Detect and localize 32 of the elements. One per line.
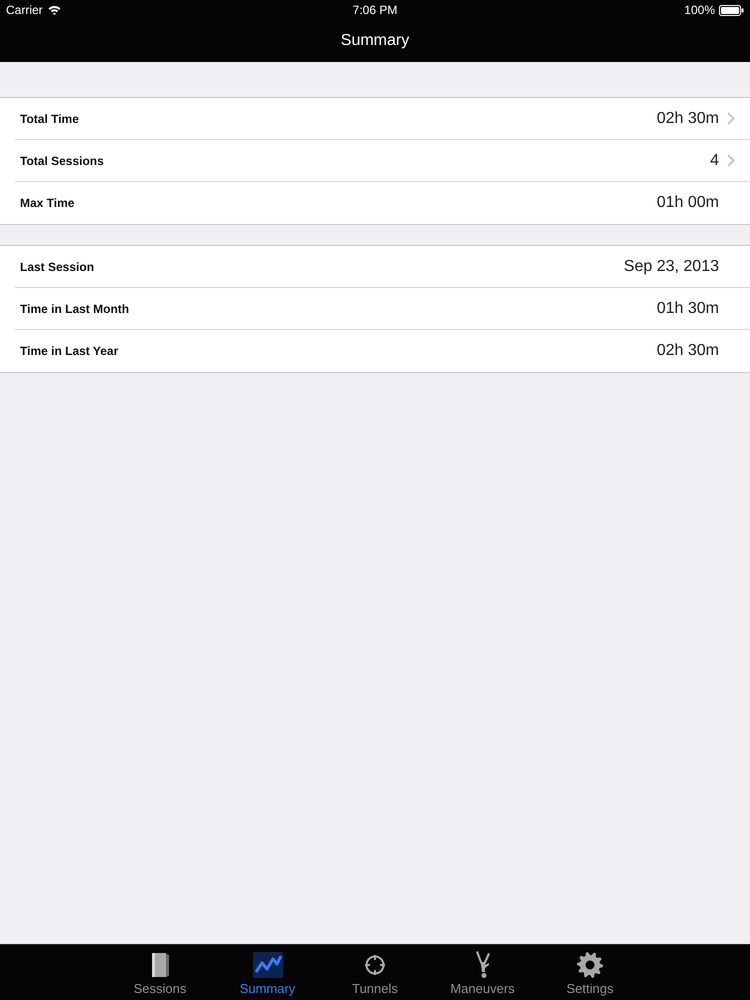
carrier-label: Carrier bbox=[6, 3, 43, 17]
row-value: Sep 23, 2013 bbox=[624, 258, 719, 276]
row-value: 02h 30m bbox=[656, 342, 719, 360]
row-value: 01h 30m bbox=[656, 300, 719, 318]
tab-bar-item[interactable]: Summary bbox=[214, 945, 322, 1000]
chevron-icon bbox=[727, 112, 735, 125]
row-value: 02h 30m bbox=[656, 110, 719, 128]
tab-bar-item[interactable]: Settings bbox=[536, 945, 644, 1000]
line-chart-icon bbox=[252, 952, 282, 978]
crosshair-icon bbox=[364, 954, 386, 976]
tab-bar-item[interactable]: Sessions bbox=[106, 945, 214, 1000]
row-value: 4 bbox=[710, 152, 719, 170]
battery-icon bbox=[719, 4, 744, 16]
row-label: Time in Last Year bbox=[20, 344, 118, 358]
table-row[interactable]: Total Sessions 4 bbox=[0, 140, 750, 182]
battery-percentage: 100% bbox=[684, 3, 715, 17]
gear-icon bbox=[577, 952, 603, 978]
row-label: Max Time bbox=[20, 196, 74, 210]
chevron-icon bbox=[727, 154, 735, 167]
row-label: Last Session bbox=[20, 260, 94, 274]
row-label: Total Time bbox=[20, 112, 79, 126]
tab-bar-item[interactable]: Maneuvers bbox=[428, 945, 536, 1000]
row-value: 01h 00m bbox=[656, 194, 719, 212]
wifi-icon bbox=[48, 5, 61, 15]
figure-icon bbox=[474, 951, 492, 979]
nav-title: Summary bbox=[340, 32, 410, 50]
book-icon bbox=[150, 952, 170, 978]
row-label: Total Sessions bbox=[20, 154, 104, 168]
row-label: Time in Last Month bbox=[20, 302, 130, 316]
table-row[interactable]: Total Time 02h 30m bbox=[0, 98, 750, 140]
tab-bar-item[interactable]: Tunnels bbox=[321, 945, 429, 1000]
clock-time: 7:06 PM bbox=[352, 3, 398, 17]
